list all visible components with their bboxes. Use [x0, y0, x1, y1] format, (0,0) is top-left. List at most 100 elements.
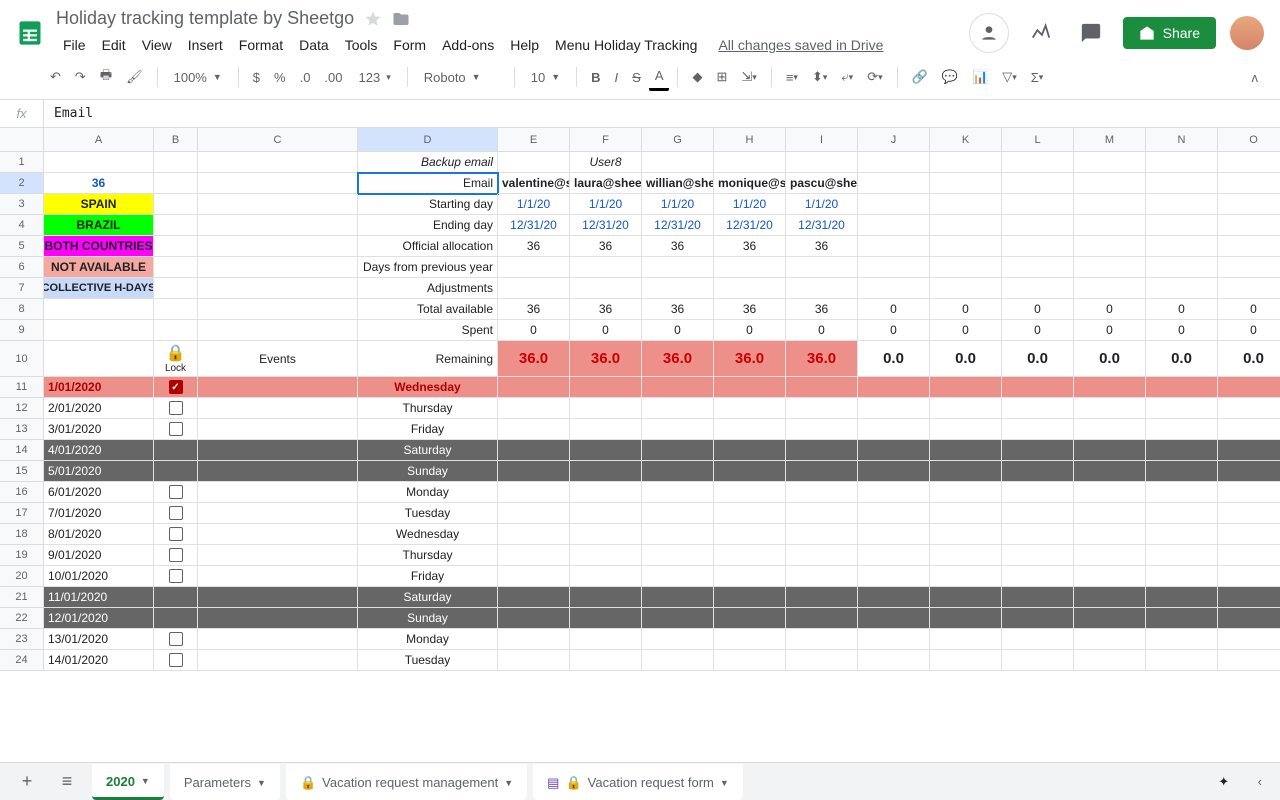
- dow-cell[interactable]: Thursday: [358, 545, 498, 566]
- prev-label[interactable]: Days from previous year: [358, 257, 498, 278]
- cell[interactable]: [930, 398, 1002, 419]
- cell[interactable]: [198, 587, 358, 608]
- cell[interactable]: [1002, 398, 1074, 419]
- cell[interactable]: [1146, 194, 1218, 215]
- dow-cell[interactable]: Friday: [358, 419, 498, 440]
- date-cell[interactable]: 12/31/20: [642, 215, 714, 236]
- percent-button[interactable]: %: [268, 65, 292, 90]
- cell[interactable]: [714, 377, 786, 398]
- cell[interactable]: [930, 215, 1002, 236]
- lock-checkbox[interactable]: [154, 587, 198, 608]
- cell[interactable]: [498, 419, 570, 440]
- num-cell[interactable]: 0: [1074, 299, 1146, 320]
- cell[interactable]: [498, 398, 570, 419]
- row-header[interactable]: 6: [0, 257, 44, 278]
- date-cell[interactable]: 12/31/20: [714, 215, 786, 236]
- dow-cell[interactable]: Friday: [358, 566, 498, 587]
- strike-button[interactable]: S: [626, 65, 647, 90]
- cell[interactable]: [786, 608, 858, 629]
- cell[interactable]: [714, 566, 786, 587]
- cell[interactable]: [1146, 629, 1218, 650]
- cell[interactable]: [786, 461, 858, 482]
- cell[interactable]: [786, 419, 858, 440]
- legend-collective[interactable]: COLLECTIVE H-DAYS: [44, 278, 154, 299]
- merge-button[interactable]: ⇲ ▾: [735, 64, 762, 90]
- cell[interactable]: [1146, 398, 1218, 419]
- num-cell[interactable]: 36: [786, 236, 858, 257]
- cell[interactable]: [642, 482, 714, 503]
- collapse-toolbar-button[interactable]: ʌ: [1246, 65, 1265, 90]
- cell[interactable]: [1074, 482, 1146, 503]
- cell[interactable]: [1218, 236, 1280, 257]
- cell[interactable]: [498, 461, 570, 482]
- fill-color-button[interactable]: ◆: [686, 64, 708, 90]
- cell[interactable]: [498, 524, 570, 545]
- num-cell[interactable]: 0: [714, 320, 786, 341]
- legend-spain[interactable]: SPAIN: [44, 194, 154, 215]
- cell[interactable]: [1218, 419, 1280, 440]
- checkbox-icon[interactable]: [169, 506, 183, 520]
- menu-custom[interactable]: Menu Holiday Tracking: [548, 33, 704, 57]
- row-header[interactable]: 5: [0, 236, 44, 257]
- email-cell[interactable]: pascu@she: [786, 173, 858, 194]
- num-cell[interactable]: 0: [1146, 320, 1218, 341]
- cell[interactable]: [1146, 566, 1218, 587]
- legend-both[interactable]: BOTH COUNTRIES: [44, 236, 154, 257]
- cell[interactable]: [498, 650, 570, 671]
- cell[interactable]: [570, 545, 642, 566]
- date-cell[interactable]: 7/01/2020: [44, 503, 154, 524]
- num-cell[interactable]: 36: [498, 236, 570, 257]
- lock-checkbox[interactable]: [154, 503, 198, 524]
- dow-cell[interactable]: Saturday: [358, 587, 498, 608]
- cell[interactable]: [930, 194, 1002, 215]
- cell[interactable]: [1218, 152, 1280, 173]
- num-cell[interactable]: 36: [498, 299, 570, 320]
- cell[interactable]: [498, 566, 570, 587]
- cell[interactable]: [44, 299, 154, 320]
- lock-checkbox[interactable]: [154, 377, 198, 398]
- cell[interactable]: [786, 629, 858, 650]
- date-cell[interactable]: 2/01/2020: [44, 398, 154, 419]
- cell[interactable]: [1074, 257, 1146, 278]
- cell[interactable]: [198, 320, 358, 341]
- cell[interactable]: [154, 194, 198, 215]
- num-cell[interactable]: 36: [642, 299, 714, 320]
- cell[interactable]: [198, 461, 358, 482]
- cell[interactable]: [858, 482, 930, 503]
- num-cell[interactable]: 0: [1002, 320, 1074, 341]
- remain-cell[interactable]: 36.0: [498, 341, 570, 377]
- column-header[interactable]: N: [1146, 128, 1218, 152]
- cell[interactable]: [154, 278, 198, 299]
- cell[interactable]: [498, 545, 570, 566]
- lock-checkbox[interactable]: [154, 440, 198, 461]
- cell[interactable]: [1074, 503, 1146, 524]
- cell[interactable]: [642, 650, 714, 671]
- date-cell[interactable]: 11/01/2020: [44, 587, 154, 608]
- dow-cell[interactable]: Monday: [358, 629, 498, 650]
- num-cell[interactable]: 0: [858, 320, 930, 341]
- cell[interactable]: [858, 566, 930, 587]
- cell[interactable]: [44, 320, 154, 341]
- italic-button[interactable]: I: [609, 65, 625, 90]
- menu-data[interactable]: Data: [292, 33, 336, 57]
- cell[interactable]: [1218, 503, 1280, 524]
- cell[interactable]: [1146, 587, 1218, 608]
- cell[interactable]: [198, 257, 358, 278]
- checkbox-icon[interactable]: [169, 380, 183, 394]
- cell[interactable]: [1146, 278, 1218, 299]
- backup-label[interactable]: Backup email: [358, 152, 498, 173]
- cell[interactable]: [1218, 257, 1280, 278]
- add-sheet-button[interactable]: +: [12, 771, 42, 792]
- adj-label[interactable]: Adjustments: [358, 278, 498, 299]
- cell[interactable]: [570, 587, 642, 608]
- cell[interactable]: [930, 524, 1002, 545]
- num-cell[interactable]: 0: [498, 320, 570, 341]
- date-cell[interactable]: 1/1/20: [570, 194, 642, 215]
- doc-title[interactable]: Holiday tracking template by Sheetgo: [56, 8, 354, 29]
- row-header[interactable]: 16: [0, 482, 44, 503]
- cell[interactable]: [198, 482, 358, 503]
- filter-button[interactable]: ▽ ▾: [996, 64, 1023, 90]
- cell[interactable]: [154, 320, 198, 341]
- cell[interactable]: [198, 398, 358, 419]
- cell[interactable]: [1002, 524, 1074, 545]
